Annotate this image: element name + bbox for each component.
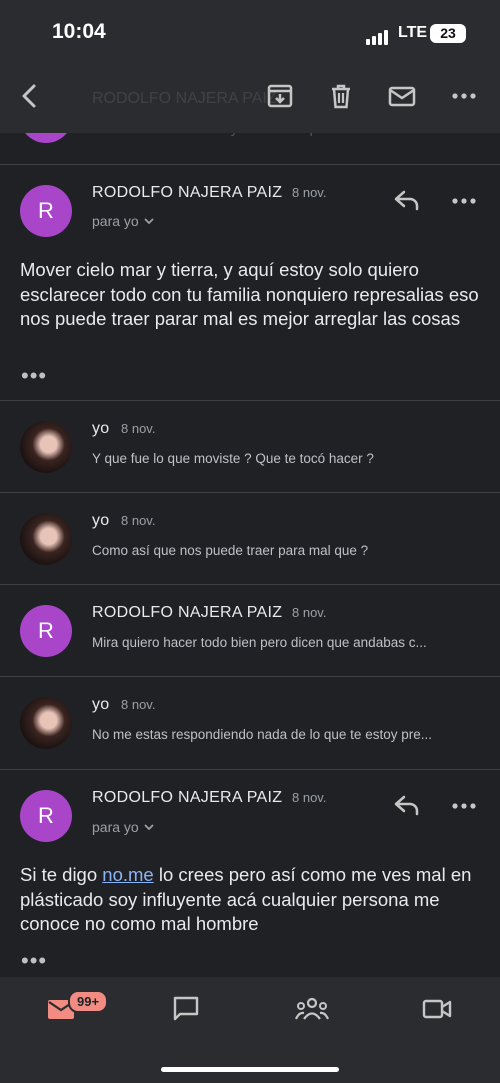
avatar <box>20 513 72 565</box>
top-app-bar: RODOLFO NAJERA PAIZ 10:04 LTE 23 <box>0 0 500 133</box>
message-snippet: Mira quiero hacer todo bien pero dicen q… <box>92 635 427 650</box>
mail-icon[interactable] <box>386 80 418 112</box>
recipient-dropdown[interactable]: para yo <box>92 213 155 231</box>
network-label: LTE <box>398 24 428 41</box>
message-snippet: No me estas respondiendo nada de lo que … <box>92 727 432 742</box>
message-body: Si te digo no.me lo crees pero así como … <box>20 863 482 937</box>
recipient-label: para yo <box>92 819 139 835</box>
message-collapsed[interactable]: yo 8 nov. Como así que nos puede traer p… <box>0 493 500 584</box>
reply-icon[interactable] <box>392 792 422 818</box>
avatar <box>20 421 72 473</box>
meet-video-icon[interactable] <box>421 995 453 1023</box>
show-trimmed-content-icon[interactable]: ••• <box>21 363 47 389</box>
message-date: 8 nov. <box>292 185 327 200</box>
sender-name: RODOLFO NAJERA PAIZ <box>92 604 283 621</box>
recipient-dropdown[interactable]: para yo <box>92 819 155 837</box>
sender-name: yo <box>92 696 110 713</box>
collapsed-message-top[interactable]: Mira de verdad te amo y de verdad quiero… <box>0 93 500 164</box>
message-body: Mover cielo mar y tierra, y aquí estoy s… <box>20 259 479 329</box>
archive-icon[interactable] <box>264 80 296 112</box>
sender-name: RODOLFO NAJERA PAIZ <box>92 184 283 201</box>
message-snippet: Y que fue lo que moviste ? Que te tocó h… <box>92 451 374 466</box>
message-collapsed[interactable]: yo 8 nov. Y que fue lo que moviste ? Que… <box>0 401 500 492</box>
sender-name: yo <box>92 420 110 437</box>
message-date: 8 nov. <box>121 697 156 712</box>
body-text: Si te digo <box>20 864 103 885</box>
message-snippet: Como así que nos puede traer para mal qu… <box>92 543 369 558</box>
show-trimmed-content-icon[interactable]: ••• <box>21 948 47 974</box>
home-indicator[interactable] <box>161 1067 339 1072</box>
back-arrow-icon[interactable] <box>14 80 46 112</box>
message-collapsed[interactable]: R RODOLFO NAJERA PAIZ 8 nov. Mira quiero… <box>0 585 500 676</box>
message-date: 8 nov. <box>121 513 156 528</box>
unread-count-badge: 99+ <box>68 990 109 1013</box>
chat-icon[interactable] <box>171 994 201 1024</box>
more-horizontal-icon[interactable] <box>448 80 480 112</box>
signal-icon <box>366 27 390 45</box>
avatar[interactable]: R <box>20 790 72 842</box>
sender-name: RODOLFO NAJERA PAIZ <box>92 789 283 806</box>
reply-icon[interactable] <box>392 187 422 213</box>
message-collapsed[interactable]: yo 8 nov. No me estas respondiendo nada … <box>0 677 500 768</box>
trash-icon[interactable] <box>325 80 357 112</box>
recipient-label: para yo <box>92 213 139 229</box>
battery-indicator: 23 <box>430 24 466 43</box>
message-expanded: R RODOLFO NAJERA PAIZ 8 nov. para yo Si … <box>0 770 500 977</box>
avatar: R <box>20 605 72 657</box>
message-date: 8 nov. <box>121 421 156 436</box>
message-expanded: R RODOLFO NAJERA PAIZ 8 nov. para yo Mov… <box>0 165 500 400</box>
avatar[interactable]: R <box>20 185 72 237</box>
message-date: 8 nov. <box>292 605 327 620</box>
status-time: 10:04 <box>52 20 106 43</box>
message-date: 8 nov. <box>292 790 327 805</box>
spaces-icon[interactable] <box>294 995 330 1023</box>
chevron-down-icon <box>144 824 154 831</box>
more-horizontal-icon[interactable] <box>448 185 480 217</box>
avatar <box>20 697 72 749</box>
chevron-down-icon <box>144 218 154 225</box>
ghost-previous-sender: RODOLFO NAJERA PAIZ <box>92 90 277 107</box>
sender-name: yo <box>92 512 110 529</box>
body-link[interactable]: no.me <box>102 864 153 885</box>
more-horizontal-icon[interactable] <box>448 790 480 822</box>
